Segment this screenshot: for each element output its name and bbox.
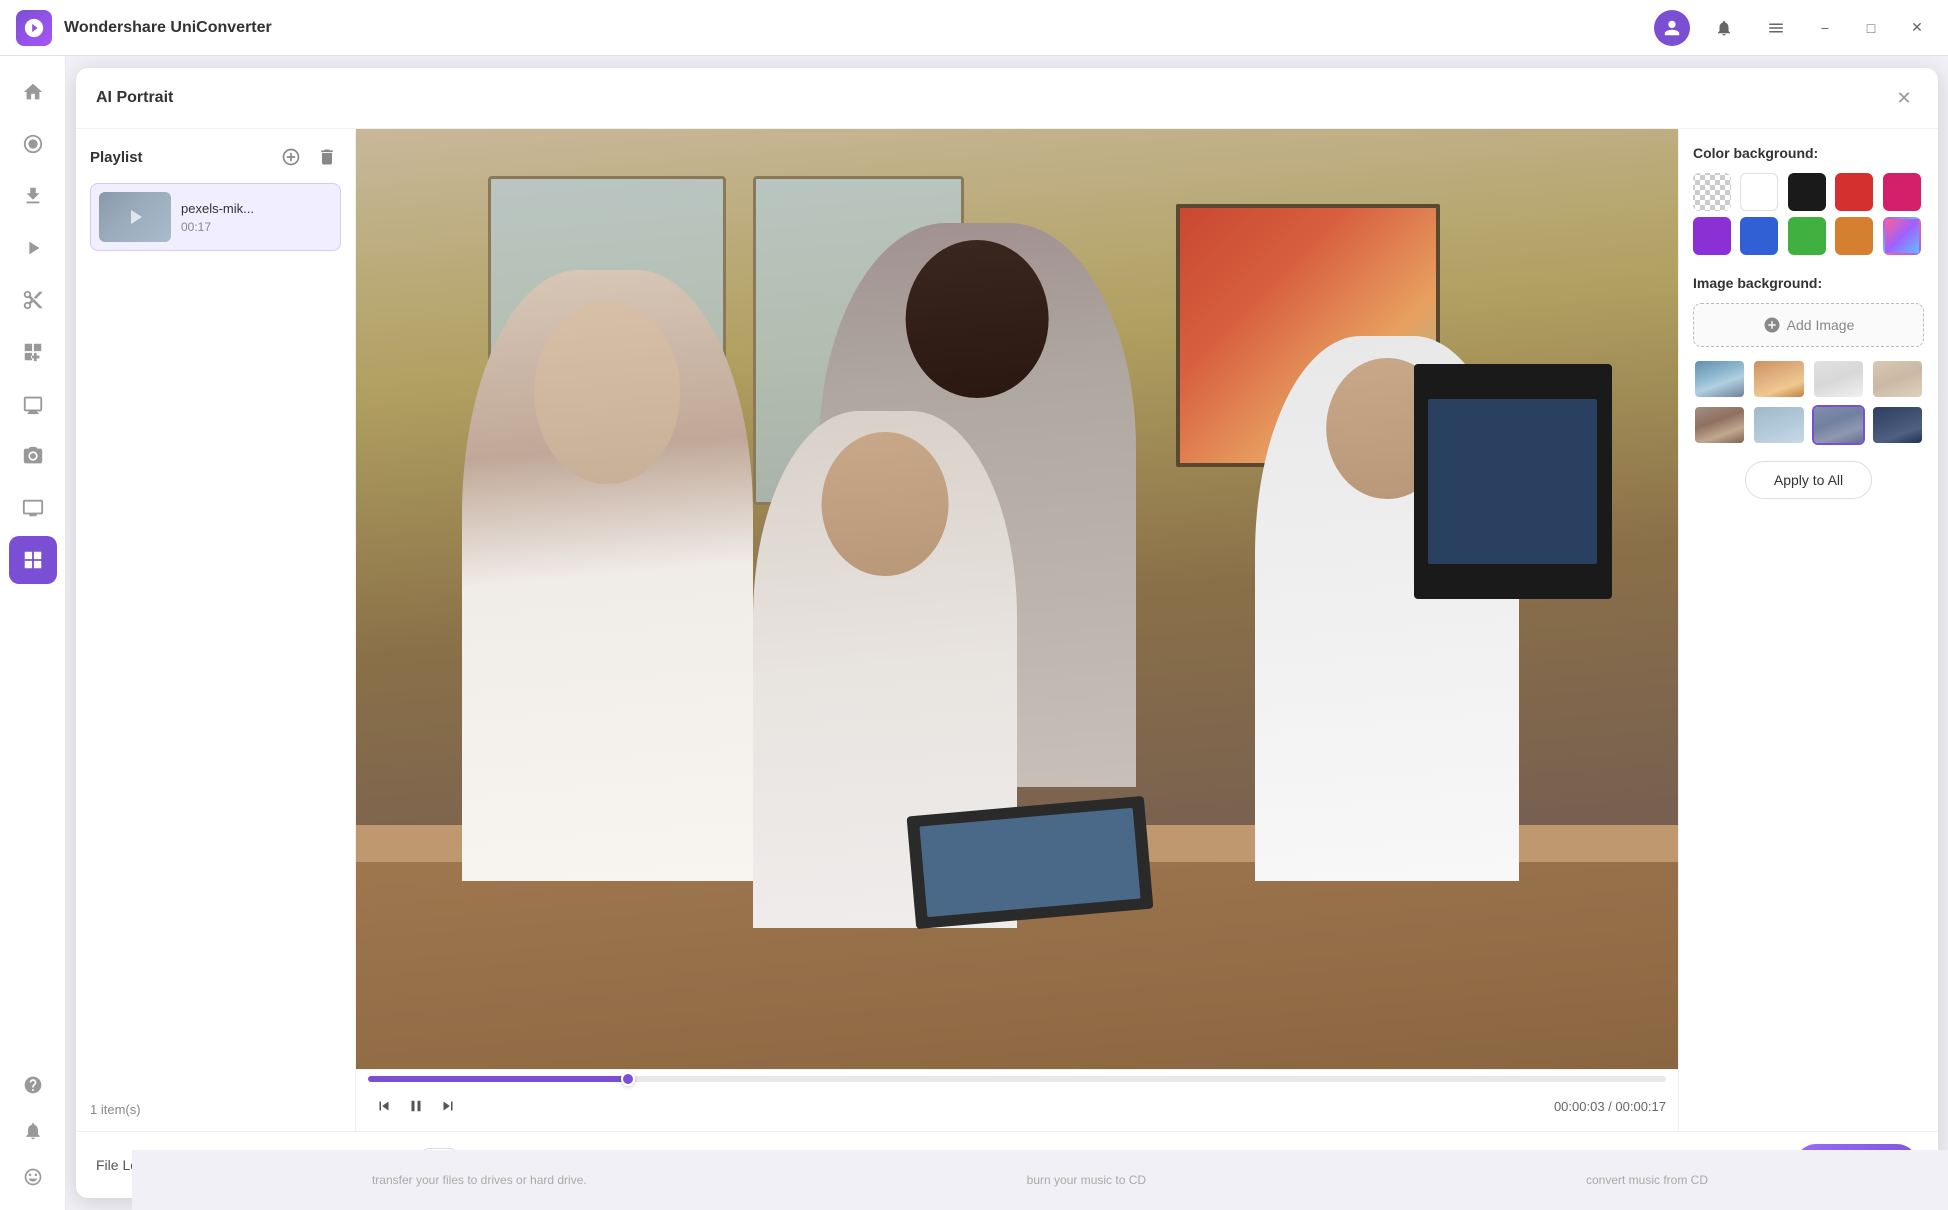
playlist-count: 1 item(s) — [90, 1092, 341, 1117]
bg-image-7[interactable] — [1812, 405, 1865, 445]
sidebar-item-merge[interactable] — [9, 328, 57, 376]
progress-bar[interactable] — [368, 1076, 1666, 1082]
sidebar-bottom — [12, 1064, 54, 1198]
maximize-button[interactable]: □ — [1856, 13, 1886, 43]
playlist-item-info: pexels-mik... 00:17 — [181, 201, 332, 234]
delete-from-playlist-button[interactable] — [313, 143, 341, 171]
sidebar-item-home[interactable] — [9, 68, 57, 116]
prev-button[interactable] — [368, 1090, 400, 1122]
app-name: Wondershare UniConverter — [64, 19, 1654, 37]
bg-image-8[interactable] — [1871, 405, 1924, 445]
main-content: AI Portrait ✕ Playlist — [66, 56, 1948, 1210]
bg-image-1[interactable] — [1693, 359, 1746, 399]
bg-image-5[interactable] — [1693, 405, 1746, 445]
playlist-header: Playlist — [90, 143, 341, 171]
controls-row: 00:00:03 / 00:00:17 — [368, 1090, 1666, 1122]
image-background-label: Image background: — [1693, 275, 1924, 291]
video-controls: 00:00:03 / 00:00:17 — [356, 1069, 1678, 1131]
ai-portrait-modal: AI Portrait ✕ Playlist — [76, 68, 1938, 1198]
modal-close-button[interactable]: ✕ — [1890, 84, 1918, 112]
color-background-section: Color background: — [1693, 145, 1924, 255]
help-button[interactable] — [12, 1064, 54, 1106]
add-to-playlist-button[interactable] — [277, 143, 305, 171]
color-grid — [1693, 173, 1924, 255]
playlist-item[interactable]: pexels-mik... 00:17 — [90, 183, 341, 251]
bottom-text-3: convert music from CD — [1586, 1173, 1708, 1187]
add-image-button[interactable]: Add Image — [1693, 303, 1924, 347]
apply-to-all-button[interactable]: Apply to All — [1745, 461, 1872, 499]
sidebar-item-cut[interactable] — [9, 276, 57, 324]
app-logo — [16, 10, 52, 46]
video-container — [356, 129, 1678, 1069]
color-swatch-pink[interactable] — [1883, 173, 1921, 211]
title-bar: Wondershare UniConverter − □ ✕ — [0, 0, 1948, 56]
bottom-content: transfer your files to drives or hard dr… — [132, 1150, 1948, 1210]
pause-button[interactable] — [400, 1090, 432, 1122]
bg-image-4[interactable] — [1871, 359, 1924, 399]
sidebar-item-toolbox[interactable] — [9, 536, 57, 584]
color-swatch-gradient[interactable] — [1883, 217, 1921, 255]
bottom-text-1: transfer your files to drives or hard dr… — [372, 1173, 587, 1187]
sidebar-item-screen-record[interactable] — [9, 120, 57, 168]
menu-icon[interactable] — [1758, 10, 1794, 46]
color-swatch-red[interactable] — [1835, 173, 1873, 211]
color-background-label: Color background: — [1693, 145, 1924, 161]
bg-image-6[interactable] — [1752, 405, 1805, 445]
progress-bar-fill — [368, 1076, 628, 1082]
sidebar-item-tv[interactable] — [9, 484, 57, 532]
notifications-icon[interactable] — [1706, 10, 1742, 46]
modal-body: Playlist — [76, 129, 1938, 1131]
add-image-label: Add Image — [1787, 317, 1855, 333]
image-background-section: Image background: Add Image — [1693, 275, 1924, 445]
color-swatch-transparent[interactable] — [1693, 173, 1731, 211]
time-display: 00:00:03 / 00:00:17 — [1554, 1099, 1666, 1114]
playlist-actions — [277, 143, 341, 171]
sidebar-item-download[interactable] — [9, 172, 57, 220]
sidebar-item-screen[interactable] — [9, 380, 57, 428]
sidebar-item-convert[interactable] — [9, 224, 57, 272]
color-swatch-orange[interactable] — [1835, 217, 1873, 255]
playlist-item-name: pexels-mik... — [181, 201, 332, 216]
playlist-thumbnail — [99, 192, 171, 242]
sidebar — [0, 56, 66, 1210]
color-swatch-blue[interactable] — [1740, 217, 1778, 255]
sidebar-item-snapshot[interactable] — [9, 432, 57, 480]
modal-header: AI Portrait ✕ — [76, 68, 1938, 129]
color-swatch-white[interactable] — [1740, 173, 1778, 211]
color-swatch-black[interactable] — [1788, 173, 1826, 211]
bell-icon[interactable] — [12, 1110, 54, 1152]
bg-image-2[interactable] — [1752, 359, 1805, 399]
close-window-button[interactable]: ✕ — [1902, 13, 1932, 43]
bg-image-grid — [1693, 359, 1924, 445]
center-panel: 00:00:03 / 00:00:17 — [356, 129, 1678, 1131]
bg-image-3[interactable] — [1812, 359, 1865, 399]
right-panel: Color background: — [1678, 129, 1938, 1131]
minimize-button[interactable]: − — [1810, 13, 1840, 43]
color-swatch-green[interactable] — [1788, 217, 1826, 255]
playlist-title: Playlist — [90, 149, 277, 166]
title-bar-controls: − □ ✕ — [1654, 10, 1932, 46]
modal-title: AI Portrait — [96, 89, 1890, 107]
left-panel: Playlist — [76, 129, 356, 1131]
color-swatch-purple[interactable] — [1693, 217, 1731, 255]
playlist-item-duration: 00:17 — [181, 220, 332, 234]
user-icon[interactable] — [1654, 10, 1690, 46]
next-button[interactable] — [432, 1090, 464, 1122]
bottom-text-2: burn your music to CD — [1027, 1173, 1146, 1187]
progress-thumb — [621, 1072, 635, 1086]
feedback-icon[interactable] — [12, 1156, 54, 1198]
